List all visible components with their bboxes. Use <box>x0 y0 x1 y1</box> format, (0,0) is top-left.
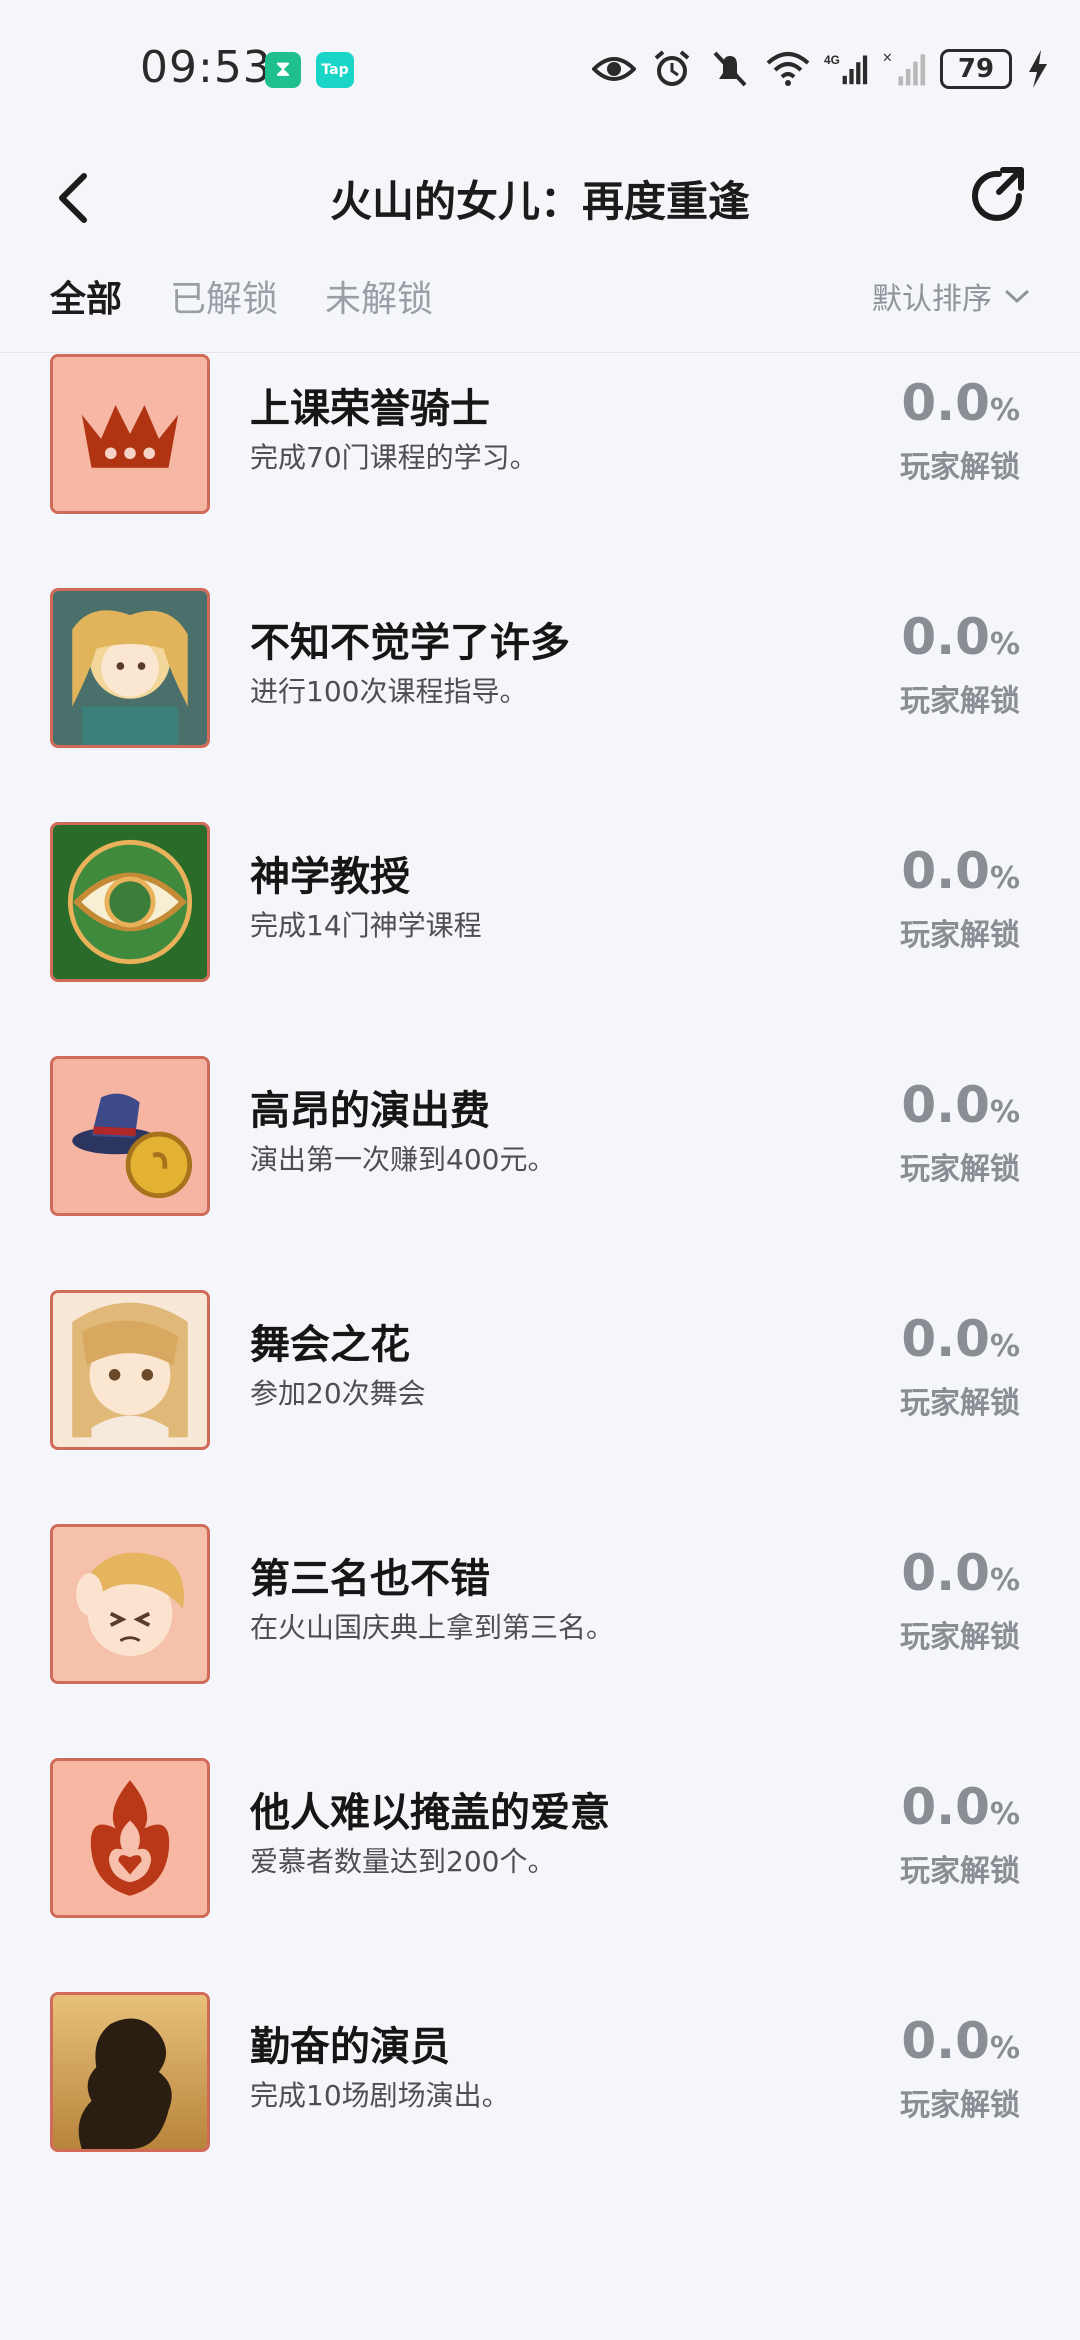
achievement-title: 他人难以掩盖的爱意 <box>250 1790 610 1836</box>
achievement-title: 不知不觉学了许多 <box>250 620 570 666</box>
achievement-description: 完成70门课程的学习。 <box>250 441 538 474</box>
hourglass-icon: ⧗ <box>265 52 301 88</box>
percent-unit: % <box>989 393 1020 428</box>
achievement-description: 完成14门神学课程 <box>250 909 482 942</box>
unlock-percentage: 0.0% <box>800 1544 1020 1602</box>
unlock-label: 玩家解锁 <box>900 918 1020 953</box>
achievement-description: 参加20次舞会 <box>250 1377 426 1410</box>
achievement-description: 演出第一次赚到400元。 <box>250 1143 556 1176</box>
page-title: 火山的女儿：再度重逢 <box>329 177 750 226</box>
percent-unit: % <box>989 1095 1020 1130</box>
percent-value: 0.0 <box>901 1076 990 1134</box>
wifi-icon <box>766 47 810 91</box>
ball-girl-icon <box>50 1290 210 1450</box>
unlock-percentage: 0.0% <box>800 1310 1020 1368</box>
status-time: 09:53 <box>140 42 272 93</box>
percent-value: 0.0 <box>901 842 990 900</box>
achievement-title: 舞会之花 <box>250 1322 410 1368</box>
achievement-title: 高昂的演出费 <box>250 1088 490 1134</box>
crying-girl-icon <box>50 1524 210 1684</box>
unlock-label: 玩家解锁 <box>900 450 1020 485</box>
achievement-row[interactable]: 第三名也不错 在火山国庆典上拿到第三名。 0.0% 玩家解锁 <box>0 1524 1080 1758</box>
achievement-list[interactable]: 来约会吧 进行了10次约会。 0.0% 玩家解锁 上课荣誉骑士 完成70门课程的… <box>0 353 1080 2340</box>
alarm-icon <box>650 47 694 91</box>
achievement-description: 在火山国庆典上拿到第三名。 <box>250 1611 615 1644</box>
achievement-title: 上课荣誉骑士 <box>250 386 490 432</box>
tap-app-icon: Tap <box>316 52 354 88</box>
unlock-label: 玩家解锁 <box>900 1152 1020 1187</box>
unlock-percentage: 0.0% <box>800 842 1020 900</box>
crown-icon <box>50 354 210 514</box>
status-bar: 09:53 ⧗ Tap 4G × 79 <box>0 0 1080 130</box>
achievement-title: 第三名也不错 <box>250 1556 490 1602</box>
achievement-row[interactable]: 神学教授 完成14门神学课程 0.0% 玩家解锁 <box>0 822 1080 1056</box>
heart-flame-icon <box>50 1758 210 1918</box>
achievement-description: 进行100次课程指导。 <box>250 675 528 708</box>
unlock-label: 玩家解锁 <box>900 1854 1020 1889</box>
percent-value: 0.0 <box>901 374 990 432</box>
percent-unit: % <box>989 1797 1020 1832</box>
achievement-row[interactable]: 不知不觉学了许多 进行100次课程指导。 0.0% 玩家解锁 <box>0 588 1080 822</box>
achievement-row[interactable]: 舞会之花 参加20次舞会 0.0% 玩家解锁 <box>0 1290 1080 1524</box>
percent-value: 0.0 <box>901 1778 990 1836</box>
achievement-row[interactable]: 勤奋的演员 完成10场剧场演出。 0.0% 玩家解锁 <box>0 1992 1080 2226</box>
svg-text:×: × <box>882 51 893 66</box>
unlock-label: 玩家解锁 <box>900 1386 1020 1421</box>
mute-bell-icon <box>708 47 752 91</box>
percent-unit: % <box>989 1329 1020 1364</box>
achievement-row[interactable]: 他人难以掩盖的爱意 爱慕者数量达到200个。 0.0% 玩家解锁 <box>0 1758 1080 1992</box>
charging-icon <box>1026 47 1050 91</box>
share-button[interactable] <box>963 160 1035 232</box>
system-icons: 4G × 79 <box>592 44 1050 94</box>
percent-unit: % <box>989 627 1020 662</box>
tab-all[interactable]: 全部 <box>50 270 122 322</box>
unlock-label: 玩家解锁 <box>900 684 1020 719</box>
sort-label: 默认排序 <box>872 282 992 317</box>
tab-locked[interactable]: 未解锁 <box>325 270 433 322</box>
tab-unlocked[interactable]: 已解锁 <box>170 270 278 322</box>
app-header: 火山的女儿：再度重逢 <box>0 130 1080 270</box>
achievement-row[interactable]: 高昂的演出费 演出第一次赚到400元。 0.0% 玩家解锁 <box>0 1056 1080 1290</box>
hat-coin-icon <box>50 1056 210 1216</box>
percent-value: 0.0 <box>901 608 990 666</box>
filter-tabs: 全部 已解锁 未解锁 默认排序 <box>0 260 1080 353</box>
silhouette-icon <box>50 1992 210 2152</box>
percent-value: 0.0 <box>901 1544 990 1602</box>
unlock-percentage: 0.0% <box>800 1076 1020 1134</box>
unlock-percentage: 0.0% <box>800 2012 1020 2070</box>
achievement-description: 完成10场剧场演出。 <box>250 2079 510 2112</box>
unlock-label: 玩家解锁 <box>900 1620 1020 1655</box>
percent-value: 0.0 <box>901 1310 990 1368</box>
chevron-down-icon <box>1004 289 1030 304</box>
unlock-percentage: 0.0% <box>800 374 1020 432</box>
unlock-label: 玩家解锁 <box>900 2088 1020 2123</box>
achievement-title: 勤奋的演员 <box>250 2024 450 2070</box>
battery-indicator: 79 <box>940 49 1012 89</box>
eye-icon <box>50 822 210 982</box>
eye-comfort-icon <box>592 47 636 91</box>
svg-text:4G: 4G <box>824 53 840 67</box>
signal-4g-icon: 4G <box>824 47 868 91</box>
girl-portrait-icon <box>50 588 210 748</box>
unlock-percentage: 0.0% <box>800 608 1020 666</box>
achievement-description: 爱慕者数量达到200个。 <box>250 1845 556 1878</box>
share-icon <box>972 167 1024 221</box>
achievement-row[interactable]: 上课荣誉骑士 完成70门课程的学习。 0.0% 玩家解锁 <box>0 354 1080 588</box>
percent-unit: % <box>989 861 1020 896</box>
percent-unit: % <box>989 1563 1020 1598</box>
percent-unit: % <box>989 2031 1020 2066</box>
unlock-percentage: 0.0% <box>800 1778 1020 1836</box>
achievements-page: 09:53 ⧗ Tap 4G × 79 火山的女儿：再度重逢 全部 已解锁 未解… <box>0 0 1080 2340</box>
signal-empty-icon: × <box>882 47 926 91</box>
achievement-title: 神学教授 <box>250 854 410 900</box>
percent-value: 0.0 <box>901 2012 990 2070</box>
sort-dropdown[interactable]: 默认排序 <box>872 274 1030 318</box>
